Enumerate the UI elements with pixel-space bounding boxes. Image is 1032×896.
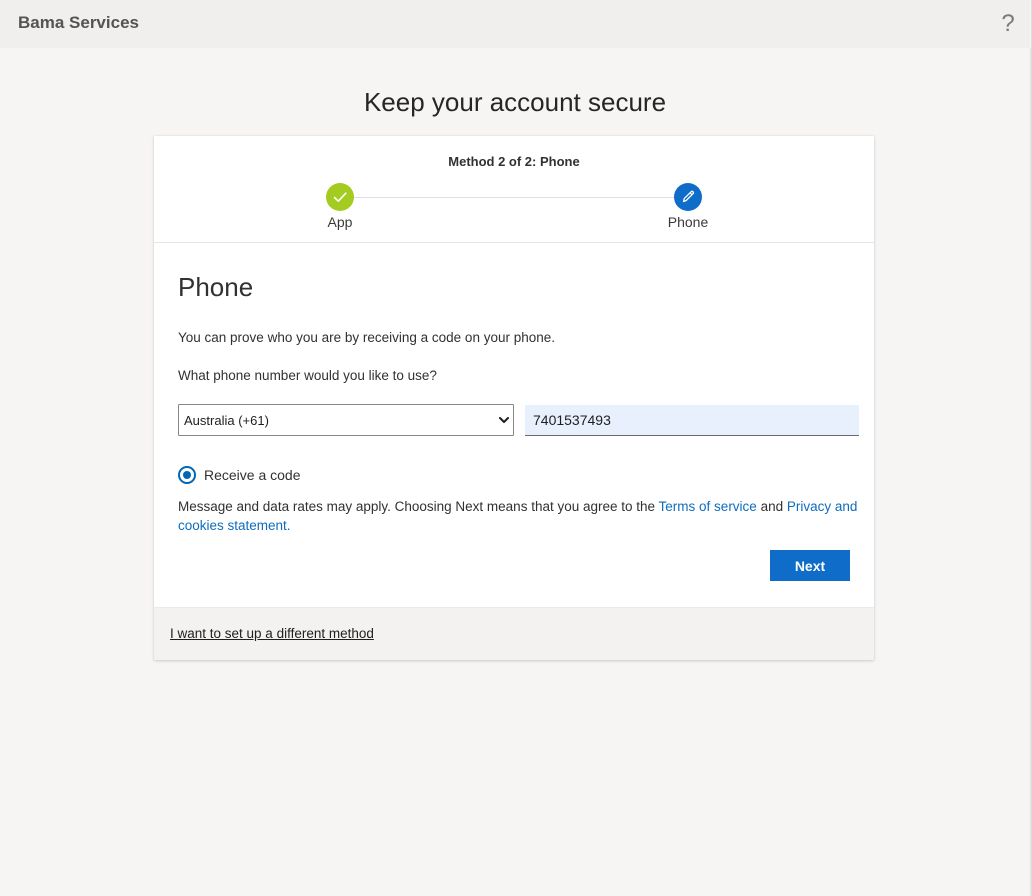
step-app-indicator <box>326 183 354 211</box>
card-footer: I want to set up a different method <box>154 607 874 660</box>
brand-name: Bama Services <box>18 13 139 32</box>
progress-header: Method 2 of 2: Phone App Phone <box>154 136 874 243</box>
section-title: Phone <box>178 272 254 302</box>
phone-question: What phone number would you like to use? <box>178 368 437 383</box>
country-code-select[interactable]: Australia (+61) <box>178 404 514 436</box>
pencil-icon <box>682 190 695 203</box>
checkmark-icon <box>333 192 347 202</box>
top-bar: Bama Services ? <box>0 0 1030 48</box>
phone-number-input[interactable] <box>525 405 859 436</box>
help-icon[interactable]: ? <box>997 8 1019 40</box>
app-window: Bama Services ? Keep your account secure… <box>0 0 1032 896</box>
terms-of-service-link[interactable]: Terms of service <box>659 499 757 514</box>
terms-notice: Message and data rates may apply. Choosi… <box>178 497 858 535</box>
chevron-down-icon <box>499 417 509 423</box>
progress-track <box>354 197 674 198</box>
step-app-label: App <box>327 214 353 230</box>
radio-selected-dot <box>183 471 191 479</box>
step-phone-label: Phone <box>667 214 709 230</box>
radio-label: Receive a code <box>204 467 301 483</box>
window-divider <box>1030 48 1031 896</box>
terms-text-middle: and <box>756 499 787 514</box>
phone-description: You can prove who you are by receiving a… <box>178 330 556 345</box>
terms-text-before: Message and data rates may apply. Choosi… <box>178 499 659 514</box>
step-phone-indicator <box>674 183 702 211</box>
next-button[interactable]: Next <box>770 550 850 581</box>
country-code-value: Australia (+61) <box>184 413 269 428</box>
method-progress-text: Method 2 of 2: Phone <box>448 154 580 169</box>
page-title: Keep your account secure <box>363 87 667 117</box>
different-method-link[interactable]: I want to set up a different method <box>170 626 374 641</box>
radio-button[interactable] <box>178 466 196 484</box>
receive-code-radio[interactable]: Receive a code <box>178 464 301 486</box>
setup-card: Method 2 of 2: Phone App Phone Phone You… <box>154 136 874 660</box>
